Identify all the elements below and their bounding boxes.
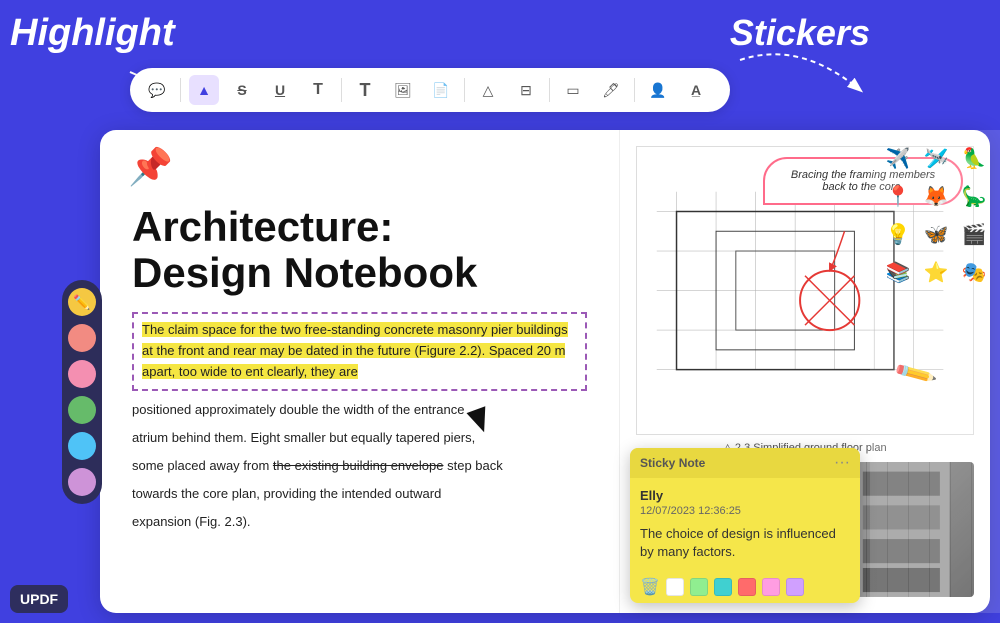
color-red[interactable]	[68, 324, 96, 352]
sticky-dots: ···	[834, 454, 850, 472]
toolbar: 💬 ▲ S U T T 🖼 📄 △ ⊟ ▭ 🖊 👤 A̲	[130, 68, 730, 112]
sticky-content: The choice of design is influenced by ma…	[640, 525, 850, 561]
color-red[interactable]	[738, 578, 756, 596]
sticker-bird[interactable]: 🦜	[958, 142, 990, 174]
user-button[interactable]: 👤	[643, 75, 673, 105]
color-cyan[interactable]	[68, 432, 96, 460]
sticky-author: Elly	[640, 488, 850, 503]
sticky-note-body: Elly 12/07/2023 12:36:25 The choice of d…	[630, 478, 860, 571]
sticker-star[interactable]: ⭐	[920, 256, 952, 288]
doc-title: Architecture: Design Notebook	[132, 204, 587, 296]
layout-button[interactable]: ⊟	[511, 75, 541, 105]
body-text-2: atrium behind them. Eight smaller but eq…	[132, 427, 587, 449]
sticker-plane2[interactable]: 🛩️	[920, 142, 952, 174]
rect-button[interactable]: ▭	[558, 75, 588, 105]
divider	[180, 78, 181, 102]
color-purple[interactable]	[68, 468, 96, 496]
text-color-button[interactable]: A̲	[681, 75, 711, 105]
strikethrough-button[interactable]: S	[227, 75, 257, 105]
color-pink[interactable]	[762, 578, 780, 596]
divider4	[549, 78, 550, 102]
body-text-3: some placed away from the existing build…	[132, 455, 587, 477]
stickers-panel: ✈️ 🛩️ 🦜 📍 🦊 🦕 💡 🦋 🎬 📚 ⭐ 🎭	[870, 130, 1000, 613]
sticky-note-footer: 🗑️	[630, 571, 860, 603]
sticker-pin[interactable]: 📍	[882, 180, 914, 212]
highlight-button[interactable]: ▲	[189, 75, 219, 105]
updf-logo: UPDF	[10, 585, 68, 613]
color-sidebar: ✏️	[62, 280, 102, 504]
trash-icon[interactable]: 🗑️	[640, 577, 660, 597]
sticker-books[interactable]: 📚	[882, 256, 914, 288]
pencil-tool[interactable]: ✏️	[68, 288, 96, 316]
doc-left: 📌 Architecture: Design Notebook The clai…	[100, 130, 620, 613]
text-button[interactable]: T	[303, 75, 333, 105]
body-text-4: towards the core plan, providing the int…	[132, 483, 587, 505]
underline-button[interactable]: U	[265, 75, 295, 105]
highlighted-text: The claim space for the two free-standin…	[142, 322, 568, 379]
body-text-1: positioned approximately double the widt…	[132, 399, 587, 421]
sticker-bulb[interactable]: 💡	[882, 218, 914, 250]
color-cyan[interactable]	[714, 578, 732, 596]
divider5	[634, 78, 635, 102]
pen-button[interactable]: 🖊	[596, 75, 626, 105]
image-button[interactable]: 🖼	[388, 75, 418, 105]
color-purple[interactable]	[786, 578, 804, 596]
divider2	[341, 78, 342, 102]
sticker-plane[interactable]: ✈️	[882, 142, 914, 174]
sticky-note-title: Sticky Note	[640, 456, 705, 470]
color-pink[interactable]	[68, 360, 96, 388]
sticker-art[interactable]: 🎭	[958, 256, 990, 288]
body-text-5: expansion (Fig. 2.3).	[132, 511, 587, 533]
strikethrough-text: the existing building envelope	[273, 458, 444, 473]
color-green[interactable]	[68, 396, 96, 424]
sticky-note-header: Sticky Note ···	[630, 448, 860, 478]
sticker-butterfly[interactable]: 🦋	[920, 218, 952, 250]
divider3	[464, 78, 465, 102]
sticker-film[interactable]: 🎬	[958, 218, 990, 250]
comment-button[interactable]: 💬	[142, 75, 172, 105]
pin-icon: 📌	[128, 146, 173, 188]
stickers-label: Stickers	[730, 12, 870, 54]
image2-button[interactable]: 📄	[426, 75, 456, 105]
sticky-note: Sticky Note ··· Elly 12/07/2023 12:36:25…	[630, 448, 860, 603]
color-white[interactable]	[666, 578, 684, 596]
sticker-dino[interactable]: 🦕	[958, 180, 990, 212]
highlight-label: Highlight	[10, 12, 175, 55]
highlighted-text-block: The claim space for the two free-standin…	[132, 312, 587, 390]
sticker-fox[interactable]: 🦊	[920, 180, 952, 212]
sticky-date: 12/07/2023 12:36:25	[640, 505, 850, 517]
triangle-button[interactable]: △	[473, 75, 503, 105]
bold-text-button[interactable]: T	[350, 75, 380, 105]
color-green[interactable]	[690, 578, 708, 596]
